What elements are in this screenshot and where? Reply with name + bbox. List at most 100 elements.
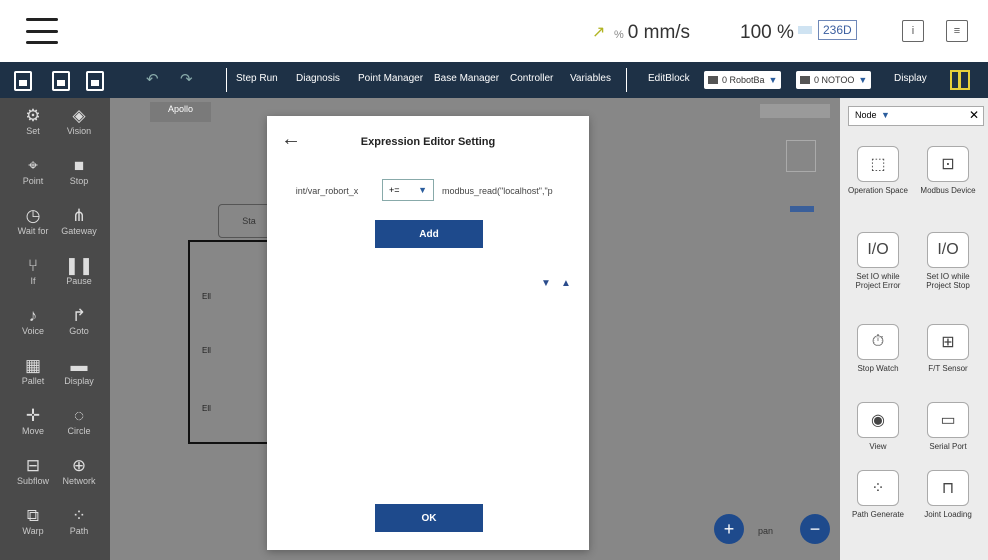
- palette-label: Gateway: [61, 226, 97, 236]
- point-manager-button[interactable]: Point Manager: [358, 73, 423, 84]
- node-operation-space[interactable]: ⬚ Operation Space: [846, 146, 910, 195]
- tool-select[interactable]: 0 NOTOO ▼: [796, 71, 872, 89]
- palette-label: Move: [21, 426, 44, 436]
- display-button[interactable]: Display: [894, 73, 927, 84]
- palette-item-gateway[interactable]: ⋔ Gateway: [54, 206, 104, 236]
- open-project-icon[interactable]: [52, 71, 70, 91]
- operator-select[interactable]: += ▼: [382, 179, 434, 201]
- expression-value[interactable]: modbus_read("localhost","p: [442, 180, 582, 202]
- palette-item-network[interactable]: ⊕ Network: [54, 456, 104, 486]
- undo-icon[interactable]: ↶: [146, 70, 159, 88]
- palette-item-circle[interactable]: ◌ Circle: [54, 406, 104, 436]
- voice-icon: ♪: [28, 306, 38, 325]
- palette-label: If: [30, 276, 36, 286]
- redo-icon[interactable]: ↷: [180, 70, 193, 88]
- palette-item-set[interactable]: ⚙ Set: [8, 106, 58, 136]
- palette-item-path[interactable]: ⁘ Path: [54, 506, 104, 536]
- node-io-project-error[interactable]: I/O Set IO while Project Error: [846, 232, 910, 290]
- step-run-button[interactable]: Step Run: [236, 73, 278, 84]
- zoom-out-button[interactable]: −: [800, 514, 830, 544]
- node-modbus-device[interactable]: ⊡ Modbus Device: [916, 146, 980, 195]
- speed-readout: % 0 mm/s: [614, 22, 690, 44]
- node-stop-watch[interactable]: ⏱ Stop Watch: [846, 324, 910, 373]
- flow-group: Ell Ell Ell: [188, 240, 272, 444]
- palette-item-pause[interactable]: ❚❚ Pause: [54, 256, 104, 286]
- palette-label: Network: [62, 476, 96, 486]
- flow-row-label: Ell: [202, 292, 211, 301]
- io-stop-icon: I/O: [927, 232, 969, 268]
- palette-item-point[interactable]: ⌖ Point: [8, 156, 58, 186]
- diagnosis-button[interactable]: Diagnosis: [296, 73, 340, 84]
- menu-icon[interactable]: [26, 18, 58, 44]
- palette-item-wait[interactable]: ◷ Wait for: [8, 206, 58, 236]
- node-label: Modbus Device: [920, 186, 976, 195]
- palette-item-stop[interactable]: ■ Stop: [54, 156, 104, 186]
- controller-badge: 236D: [818, 20, 857, 40]
- ok-button[interactable]: OK: [375, 504, 483, 532]
- base-manager-button[interactable]: Base Manager: [434, 73, 499, 84]
- goto-icon: ↱: [71, 306, 87, 325]
- move-icon: ✛: [25, 406, 41, 425]
- expression-variable[interactable]: int/var_robort_x: [277, 180, 377, 202]
- subflow-icon: ⊟: [25, 456, 41, 475]
- palette-label: Circle: [67, 426, 91, 436]
- canvas-tools[interactable]: [760, 104, 830, 118]
- controller-button[interactable]: Controller: [510, 73, 553, 84]
- canvas-scroll-indicator[interactable]: [786, 140, 816, 172]
- wait-icon: ◷: [25, 206, 41, 225]
- palette-item-vision[interactable]: ◈ Vision: [54, 106, 104, 136]
- node-path-generate[interactable]: ⁘ Path Generate: [846, 470, 910, 519]
- node-serial-port[interactable]: ▭ Serial Port: [916, 402, 980, 451]
- chevron-down-icon[interactable]: ▼: [541, 278, 551, 289]
- node-filter-value: Node: [855, 110, 877, 120]
- warp-icon: ⧉: [26, 506, 40, 525]
- palette-item-goto[interactable]: ↱ Goto: [54, 306, 104, 336]
- editblock-button[interactable]: EditBlock: [648, 73, 690, 84]
- node-ft-sensor[interactable]: ⊞ F/T Sensor: [916, 324, 980, 373]
- layout-icon[interactable]: [950, 70, 970, 90]
- new-project-icon[interactable]: [14, 71, 32, 91]
- add-button[interactable]: Add: [375, 220, 483, 248]
- display-icon: ▬: [70, 356, 88, 375]
- node-label: Set IO while Project Error: [855, 272, 901, 290]
- speed-slider-icon: [798, 26, 812, 34]
- palette-item-subflow[interactable]: ⊟ Subflow: [8, 456, 58, 486]
- palette-item-display[interactable]: ▬ Display: [54, 356, 104, 386]
- flow-row-label: Ell: [202, 404, 211, 413]
- node-io-project-stop[interactable]: I/O Set IO while Project Stop: [916, 232, 980, 290]
- chevron-down-icon: ▼: [881, 110, 890, 120]
- node-filter[interactable]: Node ▼ ✕: [848, 106, 984, 126]
- palette-label: Subflow: [16, 476, 50, 486]
- speed-value: 0 mm/s: [627, 22, 691, 43]
- palette-item-move[interactable]: ✛ Move: [8, 406, 58, 436]
- chevron-down-icon: ▼: [768, 75, 778, 85]
- speed-icon: %: [614, 29, 624, 41]
- node-label: Joint Loading: [924, 510, 972, 519]
- robot-base-select[interactable]: 0 RobotBa ▼: [704, 71, 782, 89]
- node-palette-right: Node ▼ ✕ ⬚ Operation Space ⊡ Modbus Device…: [840, 98, 988, 560]
- gateway-icon: ⋔: [71, 206, 87, 225]
- node-joint-loading[interactable]: ⊓ Joint Loading: [916, 470, 980, 519]
- flow-row-label: Ell: [202, 346, 211, 355]
- palette-label: Warp: [22, 526, 44, 536]
- chevron-up-icon[interactable]: ▲: [561, 278, 571, 289]
- log-icon[interactable]: ≡: [946, 20, 968, 42]
- zoom-label: pan: [758, 526, 774, 536]
- palette-item-warp[interactable]: ⧉ Warp: [8, 506, 58, 536]
- expression-editor-dialog: ← Expression Editor Setting int/var_robo…: [267, 116, 589, 550]
- zoom-in-button[interactable]: +: [714, 514, 744, 544]
- close-icon[interactable]: ✕: [969, 108, 979, 122]
- canvas-handle[interactable]: [790, 206, 814, 212]
- palette-item-if[interactable]: ⑂ If: [8, 256, 58, 286]
- palette-item-voice[interactable]: ♪ Voice: [8, 306, 58, 336]
- node-label: Operation Space: [847, 186, 909, 195]
- base-icon: [708, 76, 718, 84]
- palette-item-pallet[interactable]: ▦ Pallet: [8, 356, 58, 386]
- save-project-icon[interactable]: [86, 71, 104, 91]
- robot-base-value: 0 RobotBa: [722, 75, 765, 85]
- variables-button[interactable]: Variables: [570, 73, 611, 84]
- node-label: F/T Sensor: [928, 364, 968, 373]
- project-tab[interactable]: Apollo: [150, 102, 212, 122]
- node-view[interactable]: ◉ View: [846, 402, 910, 451]
- info-icon[interactable]: i: [902, 20, 924, 42]
